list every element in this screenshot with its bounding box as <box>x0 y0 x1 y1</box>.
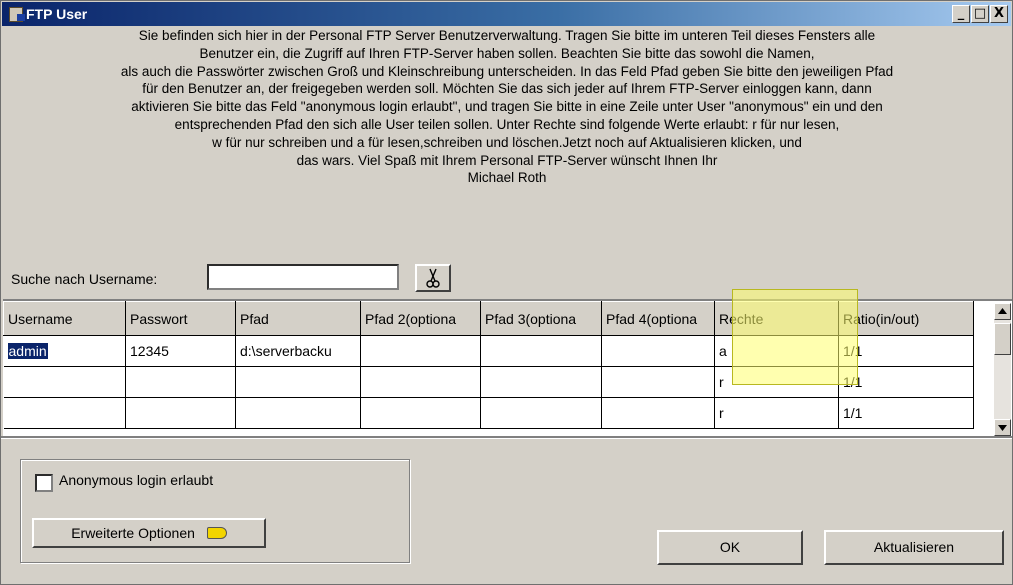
ftp-user-window: FTP User _ □ X Sie befinden sich hier in… <box>0 0 1013 585</box>
anonymous-login-label[interactable]: Anonymous login erlaubt <box>59 472 213 488</box>
grid-cell[interactable] <box>3 366 126 398</box>
cell-text: admin <box>7 343 48 359</box>
grid-cell[interactable]: r <box>714 397 839 429</box>
grid-cell[interactable] <box>480 366 602 398</box>
grid-cell[interactable]: r <box>714 366 839 398</box>
title-bar[interactable]: FTP User _ □ X <box>2 2 1011 26</box>
grid-cell[interactable] <box>480 397 602 429</box>
col-header-passwort[interactable]: Passwort <box>125 301 236 336</box>
grid-cell[interactable] <box>235 366 361 398</box>
scroll-thumb[interactable] <box>994 323 1011 355</box>
col-header-pfad3[interactable]: Pfad 3(optiona <box>480 301 602 336</box>
col-header-username[interactable]: Username <box>3 301 126 336</box>
col-header-ratio[interactable]: Ratio(in/out) <box>838 301 974 336</box>
scroll-down-button[interactable] <box>994 419 1011 436</box>
options-group: Anonymous login erlaubt Erweiterte Optio… <box>20 459 410 563</box>
grid-cell[interactable]: 1/1 <box>838 335 974 367</box>
intro-line: als auch die Passwörter zwischen Groß un… <box>120 63 894 79</box>
intro-author: Michael Roth <box>467 170 547 186</box>
window-title: FTP User <box>26 6 88 22</box>
grid-cell[interactable] <box>360 366 481 398</box>
intro-line: das wars. Viel Spaß mit Ihrem Personal F… <box>296 152 718 168</box>
table-row[interactable]: r 1/1 <box>3 366 974 398</box>
search-button[interactable] <box>415 264 451 292</box>
col-header-pfad[interactable]: Pfad <box>235 301 361 336</box>
grid-cell[interactable] <box>3 397 126 429</box>
grid-cell[interactable] <box>235 397 361 429</box>
intro-line: w für nur schreiben und a für lesen,schr… <box>212 134 802 150</box>
grid-cell[interactable]: 1/1 <box>838 397 974 429</box>
grid-header-row: Username Passwort Pfad Pfad 2(optiona Pf… <box>3 301 974 336</box>
ok-button[interactable]: OK <box>657 530 803 565</box>
close-button[interactable]: X <box>990 5 1008 23</box>
search-input[interactable] <box>207 264 399 290</box>
intro-line: für den Benutzer an, der freigegeben wer… <box>142 81 872 97</box>
grid-cell[interactable] <box>360 335 481 367</box>
maximize-button[interactable]: □ <box>971 5 989 23</box>
pointing-hand-icon <box>206 527 227 539</box>
search-label: Suche nach Username: <box>11 271 158 287</box>
extended-options-label: Erweiterte Optionen <box>71 525 195 541</box>
grid-cell[interactable]: 1/1 <box>838 366 974 398</box>
intro-line: entsprechenden Pfad den sich alle User t… <box>174 116 840 132</box>
intro-line: Sie befinden sich hier in der Personal F… <box>138 28 876 43</box>
intro-text: Sie befinden sich hier in der Personal F… <box>7 27 1007 259</box>
app-icon <box>9 7 25 22</box>
grid-scrollbar[interactable] <box>994 303 1011 436</box>
grid-cell[interactable]: a <box>714 335 839 367</box>
intro-line: aktivieren Sie bitte das Feld "anonymous… <box>131 99 883 115</box>
grid-cell[interactable]: d:\serverbacku <box>235 335 361 367</box>
scroll-up-button[interactable] <box>994 303 1011 320</box>
table-row[interactable]: r 1/1 <box>3 397 974 429</box>
arrow-down-icon <box>998 425 1007 431</box>
col-header-pfad4[interactable]: Pfad 4(optiona <box>601 301 715 336</box>
grid-cell[interactable] <box>601 397 715 429</box>
grid-cell[interactable] <box>601 335 715 367</box>
anonymous-login-checkbox[interactable] <box>35 474 53 492</box>
scissors-icon <box>426 268 440 288</box>
arrow-up-icon <box>998 308 1007 314</box>
extended-options-button[interactable]: Erweiterte Optionen <box>32 518 266 548</box>
minimize-button[interactable]: _ <box>952 5 970 23</box>
col-header-pfad2[interactable]: Pfad 2(optiona <box>360 301 481 336</box>
table-row[interactable]: admin 12345 d:\serverbacku a 1/1 <box>3 335 974 367</box>
grid-cell[interactable] <box>480 335 602 367</box>
grid-cell[interactable]: 12345 <box>125 335 236 367</box>
separator <box>1 436 1012 439</box>
update-button[interactable]: Aktualisieren <box>824 530 1004 565</box>
grid-cell[interactable] <box>125 397 236 429</box>
grid-cell[interactable] <box>125 366 236 398</box>
intro-line: Benutzer ein, die Zugriff auf Ihren FTP-… <box>199 45 815 61</box>
grid-cell[interactable] <box>360 397 481 429</box>
grid-cell[interactable]: admin <box>3 335 126 367</box>
grid-cell[interactable] <box>601 366 715 398</box>
col-header-rechte[interactable]: Rechte <box>714 301 839 336</box>
user-grid[interactable]: Username Passwort Pfad Pfad 2(optiona Pf… <box>3 299 1012 438</box>
